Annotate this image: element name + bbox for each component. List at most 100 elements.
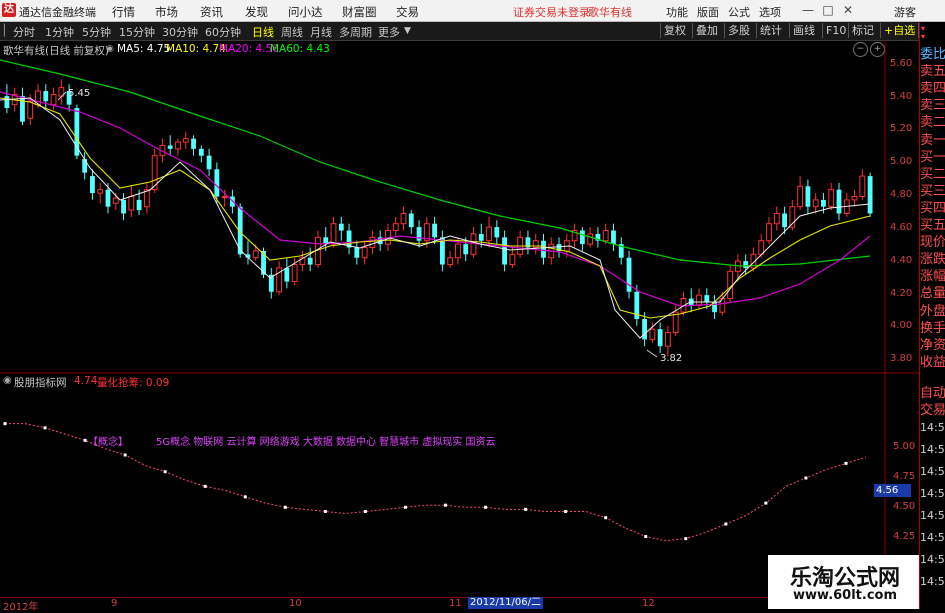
candle [532, 233, 539, 255]
maximize-icon[interactable]: □ [820, 2, 836, 18]
candle-body [797, 185, 804, 208]
candle-body [128, 195, 135, 211]
app-title: 通达信金融终端 [19, 6, 96, 19]
indicator-dot [764, 501, 768, 505]
indicator-dot [363, 509, 367, 513]
period-15min[interactable]: 15分钟 [119, 24, 155, 40]
candle [408, 210, 414, 234]
candle-body [579, 230, 585, 245]
period-multi[interactable]: 多周期 [339, 24, 372, 40]
menu-hangqing[interactable]: 行情 [112, 4, 135, 20]
period-weekly[interactable]: 周线 [281, 24, 303, 40]
menu-wenxiaoda[interactable]: 问小达 [288, 4, 323, 20]
candle [665, 325, 671, 357]
period-5min[interactable]: 5分钟 [82, 24, 111, 40]
price-tick-540: 5.40 [890, 91, 913, 102]
candle [579, 227, 585, 251]
indicator-dot [524, 507, 528, 511]
period-daily[interactable]: 日线 [252, 24, 274, 40]
period-60min[interactable]: 60分钟 [205, 24, 241, 40]
period-fenshi[interactable]: 分时 [13, 24, 35, 40]
candle [447, 250, 454, 268]
btn-diejia[interactable]: 叠加 [692, 23, 721, 38]
side-lower-label-0[interactable]: 自动 [920, 386, 945, 402]
candle [299, 250, 306, 272]
side-lower-label-1[interactable]: 交易 [920, 403, 945, 419]
side-label-11: 现价 [920, 235, 945, 251]
concept-text: 5G概念 物联网 云计算 网络游戏 大数据 数据中心 智慧城市 虚拟现实 国资云 [156, 437, 496, 448]
watermark-url: www.60lt.com [793, 588, 898, 603]
candle-body [167, 145, 173, 149]
side-label-1: 卖五 [920, 64, 945, 80]
side-label-12: 涨跌 [920, 252, 945, 268]
candle-body [97, 189, 104, 194]
btn-duogu[interactable]: 多股 [724, 23, 753, 38]
candle [517, 230, 524, 258]
candle-body [416, 227, 422, 241]
ind-tick-475: 4.75 [893, 471, 916, 482]
candle [143, 182, 150, 214]
candle-body [4, 96, 10, 109]
candle [182, 131, 189, 149]
candle-body [198, 148, 204, 156]
candle [836, 182, 842, 221]
candles-group [4, 79, 873, 357]
side-label-7: 买二 [920, 166, 945, 182]
menu-jiaoyi[interactable]: 交易 [396, 4, 419, 20]
ind-tick-425: 4.25 [893, 531, 916, 542]
close-icon[interactable]: ✕ [840, 2, 856, 18]
side-label-4: 卖二 [920, 115, 945, 131]
menu-xuanxiang[interactable]: 选项 [759, 4, 781, 20]
candle-body [291, 264, 298, 283]
period-more[interactable]: 更多 [378, 24, 400, 40]
btn-fuquan[interactable]: 复权 [660, 23, 689, 38]
candle [439, 230, 445, 272]
minimize-icon[interactable]: — [800, 2, 816, 18]
candle [369, 230, 376, 255]
menu-shichang[interactable]: 市场 [155, 4, 178, 20]
side-label-18: 收益 [920, 354, 945, 370]
period-monthly[interactable]: 月线 [310, 24, 332, 40]
menu-gongshi[interactable]: 公式 [728, 4, 750, 20]
period-1min[interactable]: 1分钟 [45, 24, 74, 40]
candle [97, 182, 104, 204]
app-logo-icon: 达 [2, 3, 16, 17]
btn-zixuan[interactable]: +自选 [880, 23, 918, 38]
candle-body [408, 213, 414, 228]
indicator-settings-icon[interactable]: ◉ [3, 375, 12, 386]
price-tick-440: 4.40 [890, 255, 913, 266]
candle-body [143, 189, 150, 208]
btn-huaxian[interactable]: 画线 [789, 23, 818, 38]
menu-gongneng[interactable]: 功能 [666, 4, 688, 20]
side-mini-icon: ▾ ▾ [921, 24, 926, 41]
btn-biaoji[interactable]: 标记 [848, 23, 877, 38]
time-label-10: 10 [289, 598, 302, 609]
candle [843, 193, 850, 217]
btn-tongji[interactable]: 统计 [756, 23, 785, 38]
side-time-6: 14:56 [920, 553, 945, 566]
guest-label[interactable]: 游客 [894, 4, 916, 20]
candle-body [175, 141, 181, 150]
more-chevron-icon[interactable]: ▼ [404, 26, 411, 36]
candle [502, 230, 508, 272]
candle-body [587, 233, 594, 245]
kline-chart[interactable]: 5.45 3.82 [0, 40, 919, 597]
candle-body [400, 213, 407, 225]
menu-faxian[interactable]: 发现 [245, 4, 268, 20]
menu-banmian[interactable]: 版面 [697, 4, 719, 20]
price-tick-380: 3.80 [890, 353, 913, 364]
menu-caifuquan[interactable]: 财富圈 [342, 4, 377, 20]
candle-body [812, 199, 819, 208]
candle [191, 135, 196, 156]
price-tick-520: 5.20 [890, 123, 913, 134]
candle-body [463, 244, 469, 255]
login-warning[interactable]: 证券交易未登录 [513, 4, 590, 20]
candle-body [43, 91, 49, 102]
candle [657, 322, 663, 353]
period-30min[interactable]: 30分钟 [162, 24, 198, 40]
btn-f10[interactable]: F10 [822, 23, 849, 38]
menu-zixun[interactable]: 资讯 [200, 4, 223, 20]
candle-body [611, 230, 616, 245]
candle [346, 223, 352, 255]
candle [773, 206, 780, 231]
